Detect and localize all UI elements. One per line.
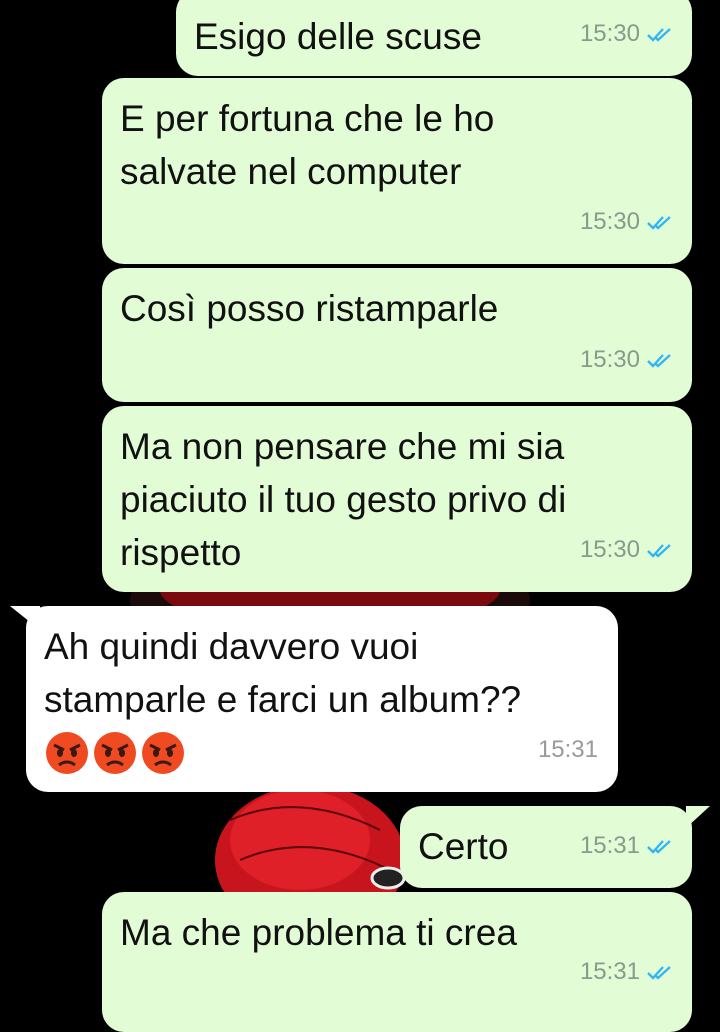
emoji-row — [44, 730, 598, 776]
message-time: 15:30 — [579, 20, 640, 47]
message-time: 15:31 — [579, 832, 640, 859]
message-bubble-outgoing[interactable]: Così posso ristamparle 15:30 — [102, 268, 692, 402]
message-bubble-outgoing[interactable]: E per fortuna che le ho salvate nel comp… — [102, 78, 692, 264]
angry-face-icon — [142, 732, 184, 774]
message-text: Così posso ristamparle — [120, 288, 499, 329]
angry-face-icon — [46, 732, 88, 774]
message-meta: 15:31 — [580, 945, 676, 998]
read-ticks-icon — [647, 965, 671, 980]
message-time: 15:31 — [579, 958, 640, 985]
message-time: 15:30 — [579, 346, 640, 373]
message-meta: 15:31 — [538, 723, 598, 776]
message-bubble-outgoing[interactable]: Ma non pensare che mi sia piaciuto il tu… — [102, 406, 692, 592]
message-text: E per fortuna che le ho salvate nel comp… — [120, 98, 495, 192]
message-time: 15:30 — [579, 208, 640, 235]
message-time: 15:31 — [537, 736, 598, 763]
message-bubble-outgoing[interactable]: Ma che problema ti crea 15:31 — [102, 892, 692, 1032]
message-bubble-outgoing[interactable]: Esigo delle scuse 15:30 — [176, 0, 692, 76]
message-meta: 15:30 — [580, 333, 676, 386]
message-time: 15:30 — [579, 536, 640, 563]
message-text: Ah quindi davvero vuoi stamparle e farci… — [44, 626, 522, 720]
angry-face-icon — [94, 732, 136, 774]
message-meta: 15:31 — [580, 819, 676, 872]
read-ticks-icon — [647, 353, 671, 368]
read-ticks-icon — [647, 215, 671, 230]
read-ticks-icon — [647, 839, 671, 854]
message-meta: 15:30 — [580, 195, 676, 248]
message-bubble-incoming[interactable]: Ah quindi davvero vuoi stamparle e farci… — [26, 606, 618, 792]
read-ticks-icon — [647, 543, 671, 558]
message-bubble-outgoing[interactable]: Certo 15:31 — [400, 806, 692, 888]
message-meta: 15:30 — [580, 7, 676, 60]
message-meta: 15:30 — [580, 523, 676, 576]
read-ticks-icon — [647, 27, 671, 42]
